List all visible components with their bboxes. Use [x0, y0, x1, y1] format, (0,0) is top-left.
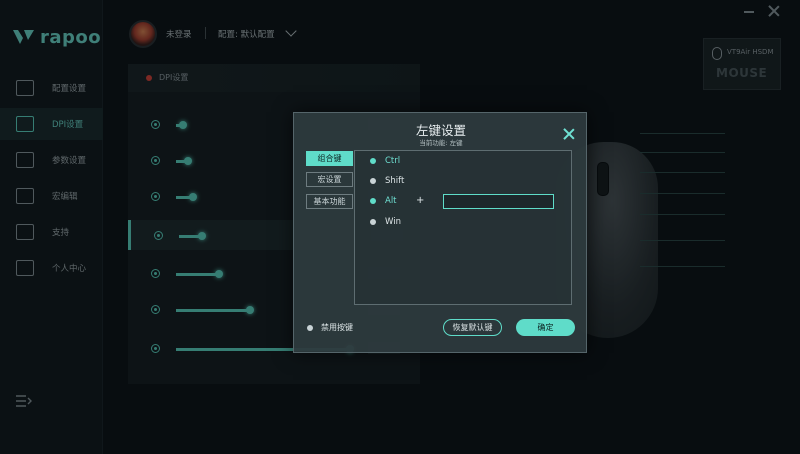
modifier-alt[interactable]: Alt	[370, 194, 397, 208]
radio-indicator	[370, 219, 376, 225]
close-icon[interactable]	[562, 127, 576, 141]
radio-indicator	[307, 324, 313, 331]
modifier-label: Win	[385, 217, 401, 227]
tab-combo-keys[interactable]: 组合键	[306, 151, 353, 166]
tab-basic-function[interactable]: 基本功能	[306, 194, 353, 209]
confirm-button[interactable]: 确定	[516, 319, 575, 336]
radio-indicator	[370, 178, 376, 184]
modifier-ctrl[interactable]: Ctrl	[370, 154, 400, 168]
plus-sign: +	[416, 195, 425, 206]
left-button-settings-dialog: 左键设置 当前功能: 左键 组合键 宏设置 基本功能 Ctrl Shift Al…	[293, 112, 587, 353]
modifier-panel: Ctrl Shift Alt Win +	[354, 150, 572, 305]
radio-indicator	[370, 158, 376, 164]
disable-key-label: 禁用按键	[321, 323, 353, 332]
key-input[interactable]	[443, 194, 554, 209]
modifier-label: Shift	[385, 176, 405, 186]
modifier-shift[interactable]: Shift	[370, 174, 404, 188]
modifier-win[interactable]: Win	[370, 215, 401, 229]
disable-key-toggle[interactable]: 禁用按键	[307, 322, 353, 333]
tab-macro[interactable]: 宏设置	[306, 172, 353, 187]
modifier-label: Alt	[385, 196, 397, 206]
restore-default-button[interactable]: 恢复默认键	[443, 319, 502, 336]
modifier-label: Ctrl	[385, 156, 401, 166]
dialog-subtitle: 当前功能: 左键	[419, 139, 463, 147]
radio-indicator	[370, 198, 376, 204]
